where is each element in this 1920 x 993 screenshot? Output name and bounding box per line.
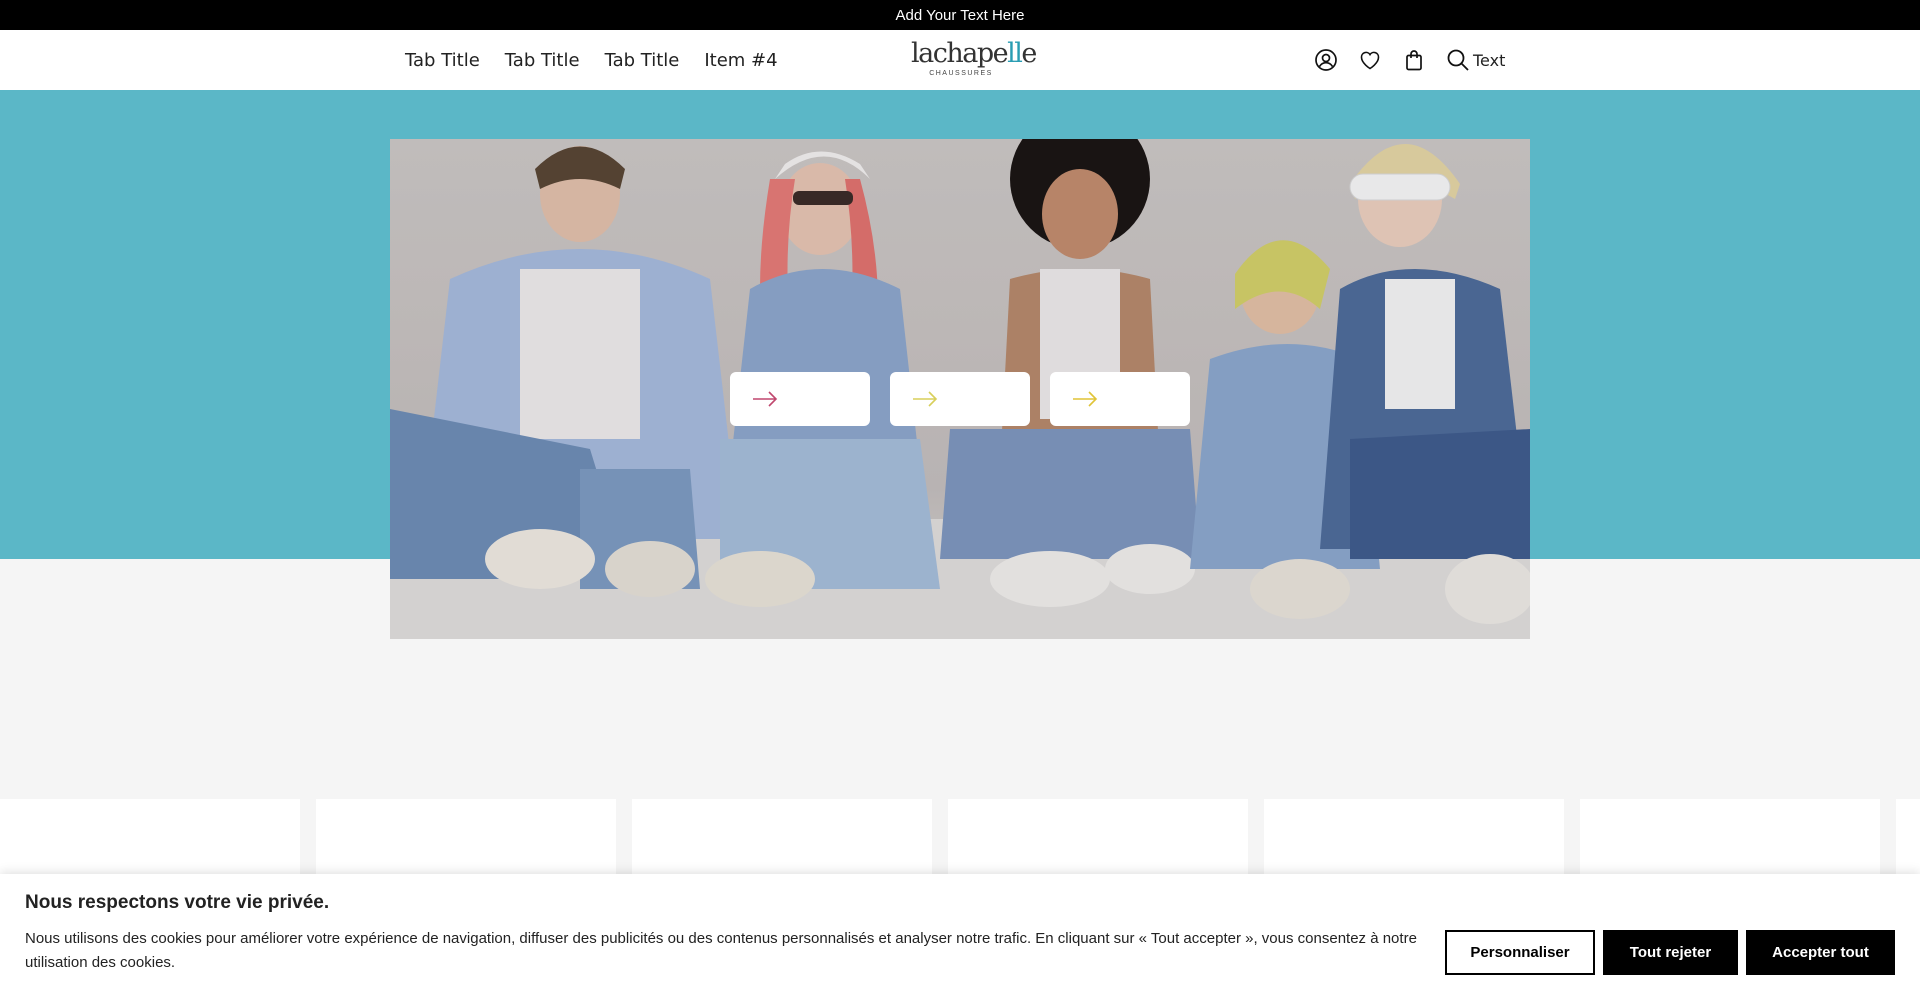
accept-all-button[interactable]: Accepter tout [1746,930,1895,975]
heart-icon[interactable] [1357,47,1383,73]
hero-link-button-1[interactable] [730,372,870,426]
hero-image [390,139,1530,639]
arrow-right-icon [1073,391,1098,407]
main-nav: Tab Title Tab Title Tab Title Item #4 [405,30,803,90]
logo-wordmark: lachapelle [911,38,1037,69]
search-label[interactable]: Text [1473,51,1505,70]
arrow-right-icon [913,391,938,407]
account-icon[interactable] [1313,47,1339,73]
arrow-right-icon [753,391,778,407]
logo-tagline: CHAUSSURES [929,70,993,77]
search-icon[interactable] [1445,47,1471,73]
nav-item-tab-1[interactable]: Tab Title [405,50,480,71]
cookie-banner: Nous respectons votre vie privée. Nous u… [0,874,1920,993]
reject-all-button[interactable]: Tout rejeter [1603,930,1738,975]
hero-link-button-2[interactable] [890,372,1030,426]
customize-cookies-button[interactable]: Personnaliser [1445,930,1595,975]
announcement-text: Add Your Text Here [895,6,1025,24]
brand-logo[interactable]: lachapelle CHAUSSURES [911,38,1037,82]
nav-item-tab-2[interactable]: Tab Title [505,50,580,71]
hero-link-button-3[interactable] [1050,372,1190,426]
cookie-title: Nous respectons votre vie privée. [25,892,330,913]
header-icons: Text [1313,30,1505,90]
cookie-description: Nous utilisons des cookies pour améliore… [25,930,1417,971]
bag-icon[interactable] [1401,47,1427,73]
search-trigger[interactable]: Text [1445,47,1505,73]
site-header: Tab Title Tab Title Tab Title Item #4 la… [0,30,1920,90]
announcement-bar: Add Your Text Here [0,0,1920,30]
nav-item-4[interactable]: Item #4 [704,50,777,71]
nav-item-tab-3[interactable]: Tab Title [605,50,680,71]
